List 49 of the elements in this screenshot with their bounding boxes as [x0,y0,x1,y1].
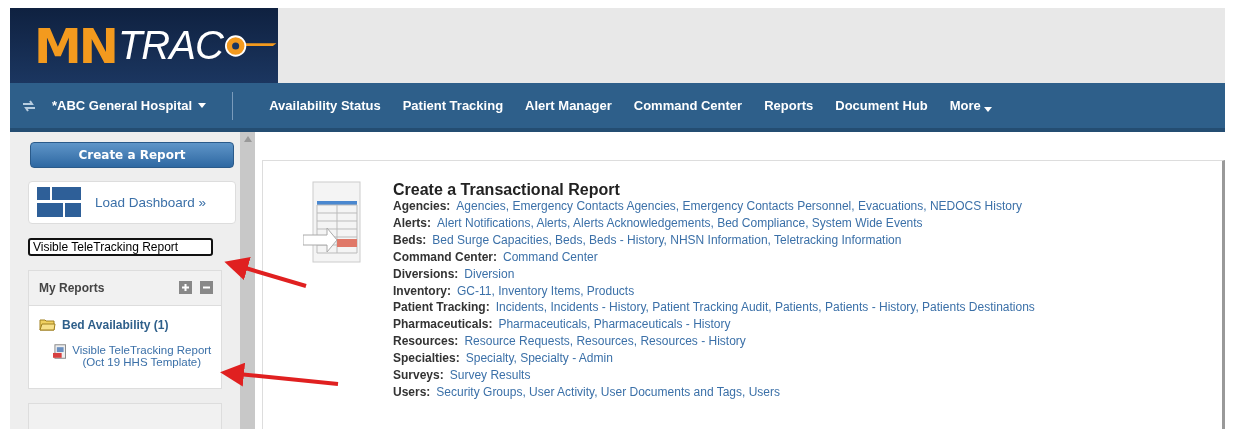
nav-link[interactable]: Patient Tracking [402,98,504,113]
create-report-button[interactable]: Create a Report [30,142,234,168]
more-menu[interactable]: More [949,98,992,113]
swap-icon[interactable] [22,99,36,112]
report-links[interactable]: Diversion [464,266,515,281]
category-label: Specialties: [393,351,460,366]
category-label: Diversions: [393,266,459,281]
category-label: Command Center: [393,249,497,264]
nav-link[interactable]: Document Hub [835,98,928,113]
report-links[interactable]: GC-11, Inventory Items, Products [457,283,635,298]
scrollbar[interactable] [240,132,255,429]
category-label: Beds: [393,232,427,247]
add-icon[interactable] [179,281,192,295]
folder-label[interactable]: Bed Availability (1) [62,317,169,332]
nav-link[interactable]: Reports [764,98,814,113]
caret-icon [983,107,992,112]
category-label: Pharmaceuticals: [393,317,493,332]
category-label: Surveys: [393,368,444,383]
nav-link[interactable]: Command Center [633,98,743,113]
load-dashboard-link[interactable]: Load Dashboard » [28,181,236,224]
report-links[interactable]: Incidents, Incidents - History, Patient Tracking Audit, Patients, Patients - History, Patients Destinations [495,300,1035,315]
logo: MNTRAC [10,8,278,83]
nav-link[interactable]: Availability Status [269,98,381,113]
category-label: Resources: [393,334,459,349]
report-links[interactable]: Resource Requests, Resources, Resources - History [464,334,746,349]
report-link[interactable]: Visible TeleTracking Report (Oct 19 HHS Template) [70,343,213,368]
category-label: Users: [393,384,431,399]
report-links[interactable]: Specialty, Specialty - Admin [465,351,613,366]
report-links[interactable]: Agencies, Emergency Contacts Agencies, Emergency Contacts Personnel, Evacuations, NEDOCS History [456,199,1022,213]
search-field[interactable]: Visible TeleTracking Report [28,237,213,256]
category-label: Agencies: [393,199,451,213]
report-links[interactable]: Command Center [503,249,598,264]
category-label: Alerts: [393,215,431,230]
report-icon [53,343,67,360]
category-label: Patient Tracking: [393,300,490,315]
category-label: Inventory: [393,283,451,298]
section-title: Create a Transactional Report [393,181,621,198]
transactional-report-icon [303,181,361,263]
dashboard-icon [37,187,81,218]
report-links[interactable]: Bed Surge Capacities, Beds, Beds - History, NHSN Information, Teletracking Information [432,232,902,247]
nav-link[interactable]: Alert Manager [525,98,612,113]
report-links[interactable]: Security Groups, User Activity, User Documents and Tags, Users [436,384,781,399]
report-links[interactable]: Pharmaceuticals, Pharmaceuticals - History [498,317,731,332]
panel-title: My Reports [39,280,106,295]
facility-dropdown[interactable]: *ABC General Hospital [52,98,207,113]
remove-icon[interactable] [200,281,213,295]
report-links[interactable]: Alert Notifications, Alerts, Alerts Acknowledgements, Bed Compliance, System Wide Events [437,215,923,230]
report-links[interactable]: Survey Results [449,368,531,383]
caret-icon [198,103,207,108]
